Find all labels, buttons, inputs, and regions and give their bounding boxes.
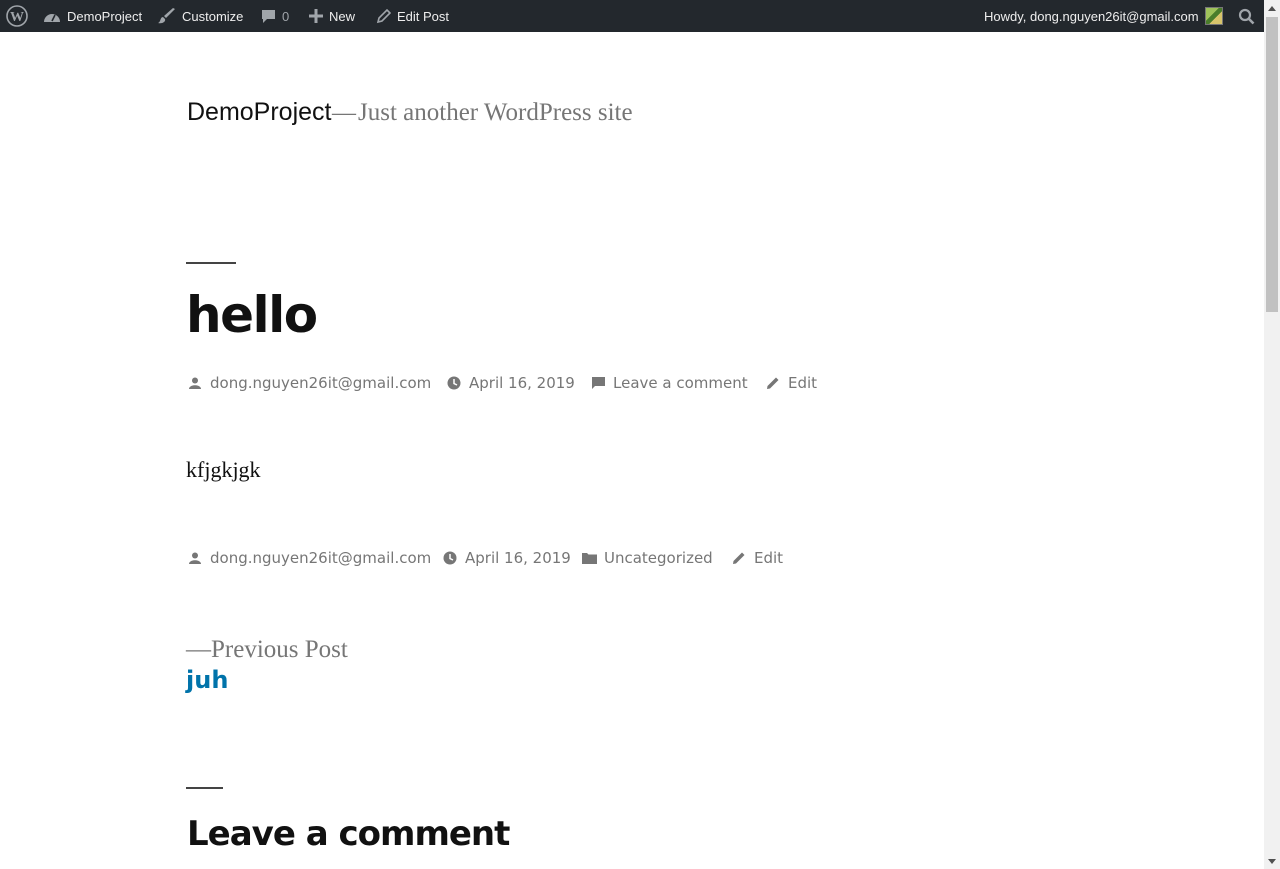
page-scrollbar[interactable] — [1264, 0, 1280, 869]
edit-pencil-icon — [764, 376, 782, 390]
post-edit-meta: Edit — [764, 372, 817, 394]
folder-icon — [580, 552, 598, 564]
post-title: hello — [186, 286, 318, 344]
comment-icon — [589, 376, 607, 390]
post-date-meta: April 16, 2019 — [445, 372, 575, 394]
person-icon — [186, 377, 204, 389]
edit-post-link[interactable]: Edit — [788, 374, 817, 392]
edit-pencil-icon — [730, 551, 748, 565]
post-comment-meta: Leave a comment — [589, 372, 748, 394]
clock-icon — [441, 551, 459, 565]
comments-button[interactable]: 0 — [261, 0, 289, 32]
wordpress-logo-button[interactable]: W — [6, 0, 28, 32]
admin-bar: W DemoProject Customize 0 New Edit Post … — [0, 0, 1264, 32]
scroll-down-arrow-icon[interactable] — [1264, 853, 1280, 869]
post-date-link[interactable]: April 16, 2019 — [469, 374, 575, 392]
footer-date-link[interactable]: April 16, 2019 — [465, 549, 571, 567]
site-title-separator: — — [332, 100, 356, 126]
greeting-label: Howdy, dong.nguyen26it@gmail.com — [984, 8, 1199, 24]
person-icon — [186, 552, 204, 564]
scroll-thumb[interactable] — [1266, 17, 1278, 312]
dashboard-icon — [43, 9, 61, 23]
search-icon — [1238, 8, 1255, 25]
scroll-up-arrow-icon[interactable] — [1264, 0, 1280, 16]
edit-post-label: Edit Post — [397, 8, 450, 24]
post-content: kfjgkjgk — [186, 457, 261, 482]
wordpress-logo-icon: W — [6, 5, 28, 27]
previous-post-label: —Previous Post — [186, 636, 348, 663]
comment-icon — [261, 9, 276, 24]
footer-author-meta: dong.nguyen26it@gmail.com — [186, 547, 431, 569]
site-description: Just another WordPress site — [358, 99, 633, 126]
pencil-icon — [376, 8, 391, 24]
footer-edit-link[interactable]: Edit — [754, 549, 783, 567]
comments-count: 0 — [282, 8, 290, 24]
edit-post-button[interactable]: Edit Post — [376, 0, 449, 32]
comments-divider — [186, 787, 223, 789]
new-label: New — [329, 8, 356, 24]
post-title-divider — [186, 262, 236, 264]
site-name-menu[interactable]: DemoProject — [43, 0, 142, 32]
category-link[interactable]: Uncategorized — [604, 549, 713, 567]
footer-edit-meta: Edit — [730, 547, 783, 569]
site-title[interactable]: DemoProject — [187, 98, 332, 127]
post-author-link[interactable]: dong.nguyen26it@gmail.com — [210, 374, 431, 392]
footer-date-meta: April 16, 2019 — [441, 547, 571, 569]
plus-icon — [309, 9, 323, 23]
post-author-meta: dong.nguyen26it@gmail.com — [186, 372, 431, 394]
comments-title: Leave a comment — [187, 814, 510, 854]
previous-post-link[interactable]: juh — [186, 666, 228, 694]
new-button[interactable]: New — [309, 0, 355, 32]
brush-icon — [158, 8, 176, 24]
customize-label: Customize — [182, 8, 244, 24]
customize-button[interactable]: Customize — [158, 0, 243, 32]
avatar — [1204, 7, 1223, 25]
leave-comment-link[interactable]: Leave a comment — [613, 374, 748, 392]
svg-text:W: W — [10, 10, 24, 25]
my-account-menu[interactable]: Howdy, dong.nguyen26it@gmail.com — [984, 0, 1223, 32]
footer-author-link[interactable]: dong.nguyen26it@gmail.com — [210, 549, 431, 567]
clock-icon — [445, 376, 463, 390]
search-button[interactable] — [1238, 0, 1255, 32]
site-name-label: DemoProject — [67, 8, 143, 24]
footer-category-meta: Uncategorized — [580, 547, 713, 569]
